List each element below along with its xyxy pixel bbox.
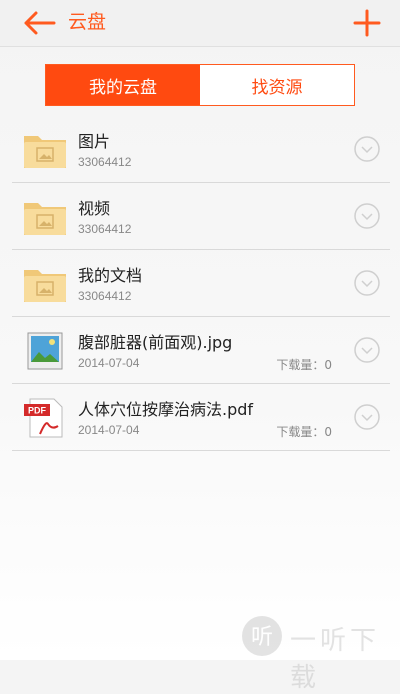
tab-my-cloud[interactable]: 我的云盘: [46, 65, 200, 105]
pdf-file-icon: PDF: [24, 398, 63, 438]
file-list: 图片 33064412 视频 33064412 我的文档 33064412 腹部…: [0, 116, 400, 451]
file-name: 腹部脏器(前面观).jpg: [78, 333, 233, 352]
list-item[interactable]: 图片 33064412: [12, 116, 390, 183]
tab-segment: 我的云盘 找资源: [45, 64, 355, 106]
folder-icon: [24, 136, 66, 168]
tab-find-resources[interactable]: 找资源: [200, 65, 354, 105]
download-count: 下载量：0: [276, 358, 332, 372]
watermark-text: 一听下载: [290, 626, 381, 693]
page-title: 云盘: [68, 11, 107, 33]
file-name: 人体穴位按摩治病法.pdf: [78, 400, 254, 419]
app-header: 云盘: [0, 0, 400, 47]
file-meta: 33064412: [78, 155, 132, 169]
chevron-down-icon[interactable]: [354, 136, 380, 162]
file-meta: 33064412: [78, 289, 132, 303]
chevron-down-icon[interactable]: [354, 337, 380, 363]
pdf-badge: PDF: [28, 406, 47, 416]
file-name: 视频: [78, 199, 111, 218]
chevron-down-icon[interactable]: [354, 404, 380, 430]
back-arrow-icon[interactable]: [22, 9, 56, 37]
list-item[interactable]: PDF 人体穴位按摩治病法.pdf 2014-07-04 下载量：0: [12, 384, 390, 451]
list-item[interactable]: 视频 33064412: [12, 183, 390, 250]
file-name: 图片: [78, 132, 111, 151]
chevron-down-icon[interactable]: [354, 270, 380, 296]
file-date: 2014-07-04: [78, 423, 140, 437]
watermark: 听 一听下载: [238, 612, 400, 693]
watermark-logo-text: 听: [251, 625, 273, 650]
download-count: 下载量：0: [276, 425, 332, 439]
watermark-logo-icon: 听: [242, 616, 282, 656]
folder-icon: [24, 203, 66, 235]
file-date: 2014-07-04: [78, 356, 140, 370]
list-item[interactable]: 腹部脏器(前面观).jpg 2014-07-04 下载量：0: [12, 317, 390, 384]
image-file-icon: [27, 332, 63, 370]
add-plus-icon[interactable]: [350, 6, 384, 40]
folder-icon: [24, 270, 66, 302]
chevron-down-icon[interactable]: [354, 203, 380, 229]
file-name: 我的文档: [78, 266, 143, 285]
list-item[interactable]: 我的文档 33064412: [12, 250, 390, 317]
file-meta: 33064412: [78, 222, 132, 236]
